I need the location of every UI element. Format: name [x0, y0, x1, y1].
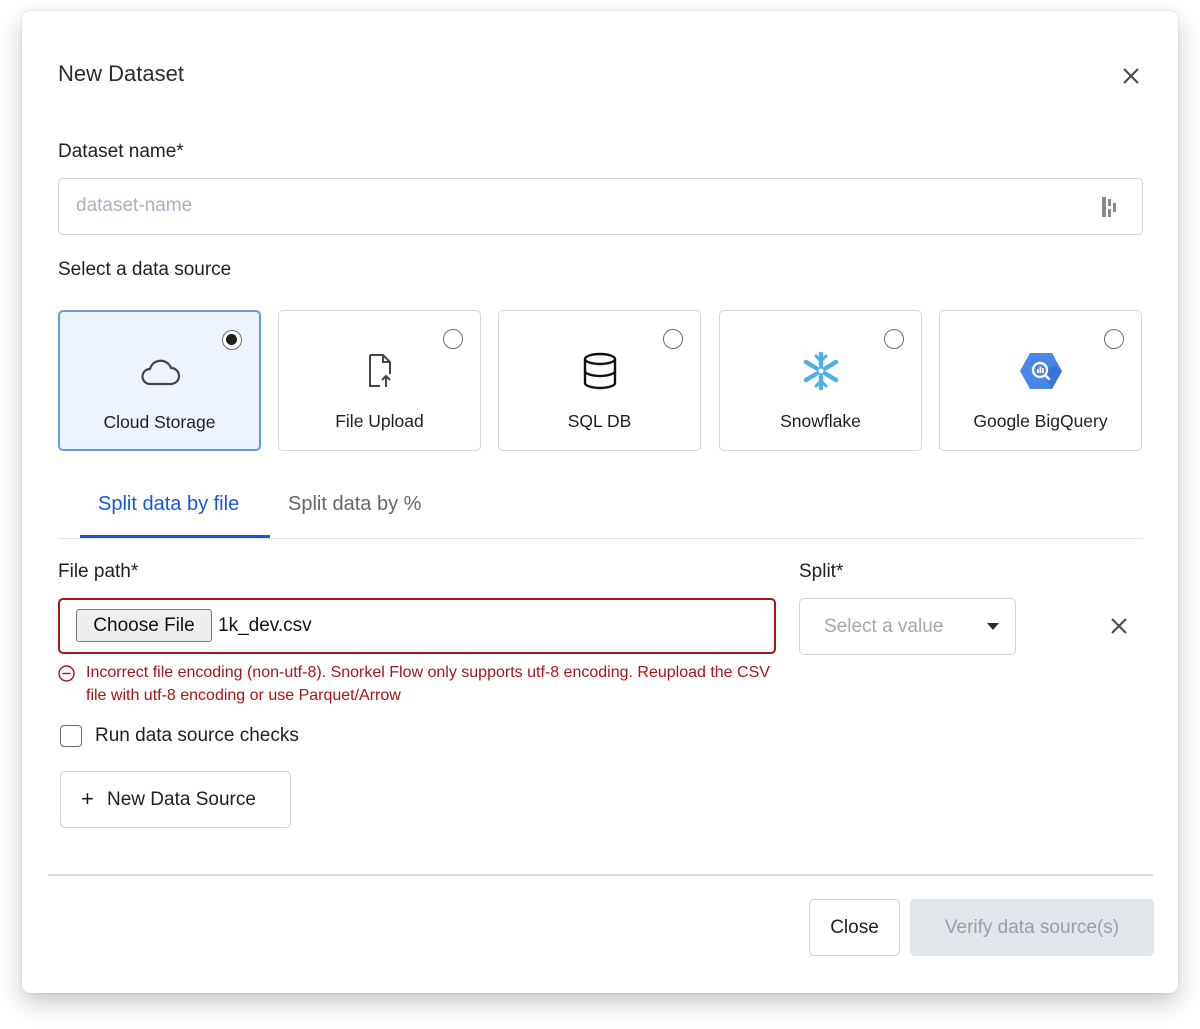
source-label: Google BigQuery — [973, 411, 1108, 431]
dialog-title: New Dataset — [58, 61, 184, 86]
tab-split-by-file[interactable]: Split data by file — [98, 493, 239, 536]
dataset-name-input[interactable] — [59, 179, 1059, 233]
split-select[interactable]: Select a value — [799, 598, 1016, 655]
data-source-label: Select a data source — [58, 259, 232, 280]
split-label: Split* — [799, 561, 844, 582]
field-options-icon[interactable] — [1100, 195, 1120, 219]
file-upload-icon — [358, 349, 402, 393]
file-path-label: File path* — [58, 561, 139, 582]
source-card-sql-db[interactable]: SQL DB — [498, 310, 701, 451]
choose-file-button[interactable]: Choose File — [76, 609, 212, 642]
bigquery-icon — [1019, 349, 1063, 393]
source-card-file-upload[interactable]: File Upload — [278, 310, 481, 451]
cloud-icon — [138, 350, 182, 394]
run-checks-checkbox[interactable] — [60, 725, 82, 747]
plus-icon: + — [81, 786, 94, 811]
dataset-name-field[interactable] — [58, 178, 1143, 235]
radio-snowflake[interactable] — [884, 329, 904, 349]
snowflake-icon — [799, 349, 843, 393]
error-circle-icon — [58, 665, 75, 682]
new-dataset-dialog: New Dataset Dataset name* Select a data … — [22, 11, 1178, 993]
source-label: Cloud Storage — [103, 412, 216, 432]
source-label: SQL DB — [567, 411, 632, 431]
new-data-source-button[interactable]: + New Data Source — [60, 771, 291, 828]
source-card-cloud-storage[interactable]: Cloud Storage — [58, 310, 261, 451]
new-data-source-label: New Data Source — [107, 789, 256, 810]
error-text: Incorrect file encoding (non-utf-8). Sno… — [86, 664, 770, 704]
file-path-field[interactable]: Choose File 1k_dev.csv — [58, 598, 776, 654]
verify-data-sources-button[interactable]: Verify data source(s) — [910, 899, 1154, 956]
source-card-google-bigquery[interactable]: Google BigQuery — [939, 310, 1142, 451]
footer-divider — [48, 874, 1153, 876]
dataset-name-label: Dataset name* — [58, 141, 184, 162]
active-tab-indicator — [80, 535, 270, 538]
source-card-snowflake[interactable]: Snowflake — [719, 310, 922, 451]
close-icon[interactable] — [1118, 63, 1144, 89]
remove-row-icon[interactable] — [1108, 615, 1130, 637]
source-label: File Upload — [335, 411, 424, 431]
split-placeholder: Select a value — [824, 616, 944, 637]
radio-sql-db[interactable] — [663, 329, 683, 349]
radio-file-upload[interactable] — [443, 329, 463, 349]
caret-down-icon — [987, 623, 999, 630]
radio-google-bigquery[interactable] — [1104, 329, 1124, 349]
selected-file-name: 1k_dev.csv — [218, 615, 312, 636]
tab-split-by-percent[interactable]: Split data by % — [288, 493, 421, 536]
database-icon — [578, 349, 622, 393]
file-error-message: Incorrect file encoding (non-utf-8). Sno… — [58, 661, 778, 707]
radio-cloud-storage[interactable] — [222, 330, 242, 350]
close-button[interactable]: Close — [809, 899, 900, 956]
split-tabs: Split data by file Split data by % — [58, 481, 1143, 539]
run-checks-label: Run data source checks — [95, 725, 299, 746]
source-label: Snowflake — [780, 411, 861, 431]
